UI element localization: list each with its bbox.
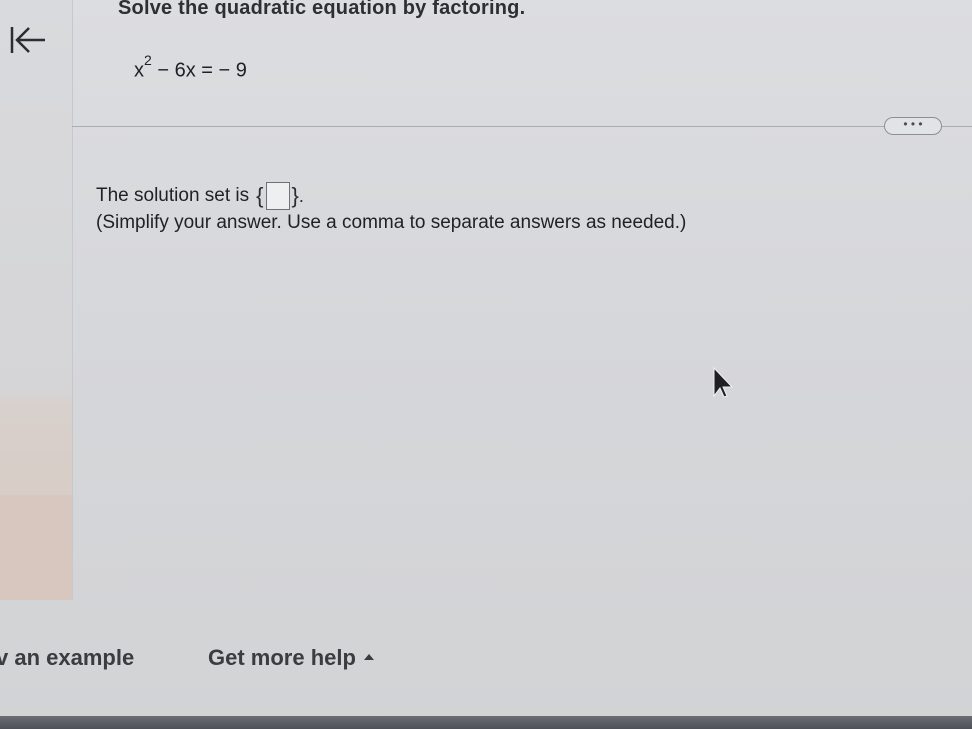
help-label: Get more help bbox=[208, 645, 356, 670]
mouse-pointer-icon bbox=[712, 366, 736, 398]
equation-rest: − 6x = − 9 bbox=[157, 59, 247, 82]
end-punct: . bbox=[298, 185, 304, 206]
caret-up-icon bbox=[363, 654, 374, 661]
equation-exponent: 2 bbox=[144, 52, 152, 68]
left-sidebar bbox=[0, 0, 73, 600]
close-brace: } bbox=[291, 183, 299, 208]
answer-prompt-line: The solution set is { } . bbox=[96, 182, 304, 210]
bottom-bar: v an example Get more help bbox=[0, 632, 972, 729]
back-arrow-icon[interactable] bbox=[8, 24, 48, 56]
answer-instruction: (Simplify your answer. Use a comma to se… bbox=[96, 212, 687, 233]
answer-prompt: The solution set is bbox=[96, 185, 250, 206]
sidebar-tint bbox=[0, 495, 72, 600]
ellipsis-icon[interactable]: • • • bbox=[884, 117, 942, 135]
equation-base: x bbox=[134, 59, 144, 82]
view-example-button[interactable]: v an example bbox=[0, 645, 134, 671]
get-more-help-button[interactable]: Get more help bbox=[208, 645, 374, 671]
screen-bottom-edge bbox=[0, 716, 972, 729]
answer-set: { } . bbox=[256, 182, 304, 210]
question-title: Solve the quadratic equation by factorin… bbox=[118, 0, 526, 19]
divider bbox=[72, 126, 972, 127]
open-brace: { bbox=[256, 183, 264, 208]
answer-input-box[interactable] bbox=[265, 182, 290, 210]
equation: x2 − 6x = − 9 bbox=[134, 52, 247, 83]
